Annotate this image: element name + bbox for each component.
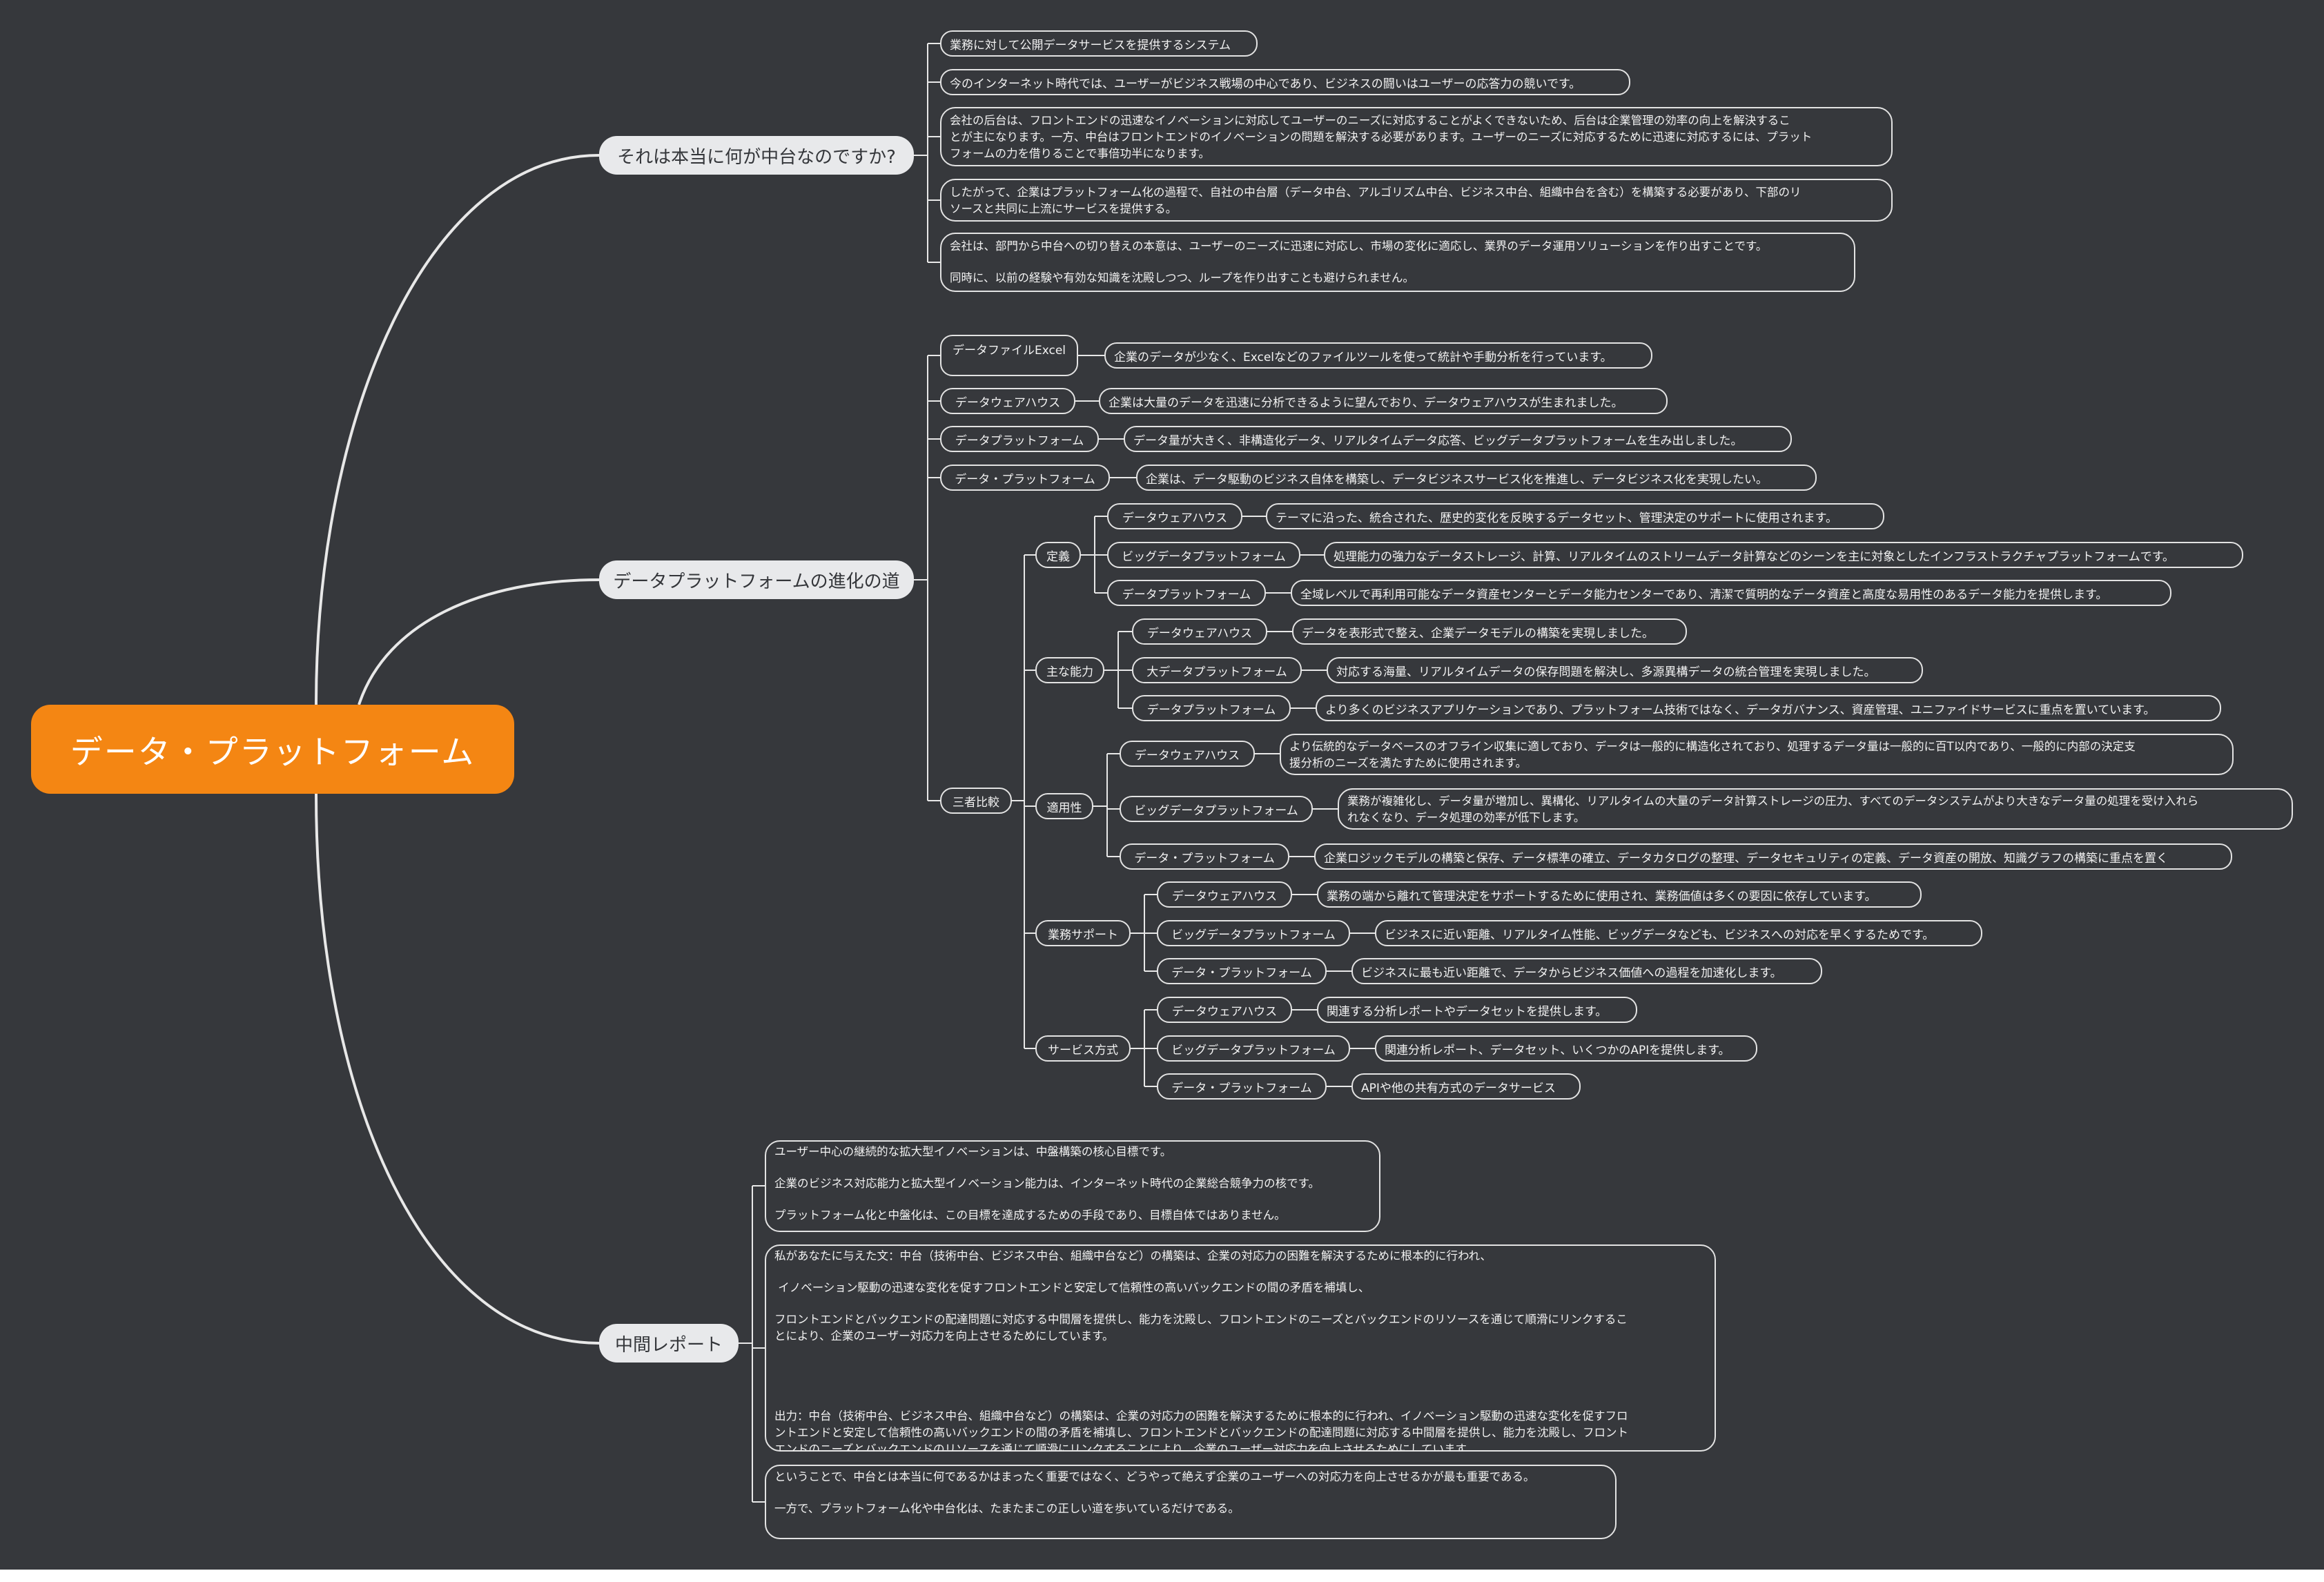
b1-note-4-line-1: したがって、企業はプラットフォーム化の過程で、自社の中台層（データ中台、アルゴリ…	[950, 186, 1801, 199]
cat-definition[interactable]: 定義	[1035, 542, 1081, 568]
svc-bigdata-label[interactable]: ビッグデータプラットフォーム	[1157, 1035, 1350, 1062]
cap-bigdata-text[interactable]: 対応する海量、リアルタイムデータの保存問題を解決し、多源異構データの統合管理を実…	[1327, 657, 1923, 683]
b1-note-4-line-2: ソースと共同に上流にサービスを提供する。	[950, 202, 1178, 215]
app-bigdata-text[interactable]: 業務が複雑化し、データ量が増加し、異構化、リアルタイムの大量のデータ計算ストレー…	[1338, 788, 2293, 830]
stage-excel-desc[interactable]: 企業のデータが少なく、Excelなどのファイルツールを使って統計や手動分析を行っ…	[1104, 342, 1652, 369]
app-bigdata-label[interactable]: ビッグデータプラットフォーム	[1120, 796, 1313, 822]
report-block-1-line-2: 企業のビジネス対応能力と拡大型イノベーション能力は、インターネット時代の企業総合…	[774, 1177, 1320, 1190]
cat-business-support[interactable]: 業務サポート	[1035, 920, 1131, 946]
app-dataplatform-label[interactable]: データ・プラットフォーム	[1120, 843, 1289, 870]
b1-note-4[interactable]: したがって、企業はプラットフォーム化の過程で、自社の中台層（データ中台、アルゴリ…	[940, 179, 1893, 222]
report-block-1-line-3: プラットフォーム化と中盤化は、この目標を達成するための手段であり、目標自体ではあ…	[774, 1209, 1286, 1222]
biz-warehouse-text[interactable]: 業務の端から離れて管理決定をサポートするために使用され、業務価値は多くの要因に依…	[1317, 881, 1922, 908]
cap-dataplatform-label[interactable]: データプラットフォーム	[1132, 695, 1291, 721]
def-bigdata-label[interactable]: ビッグデータプラットフォーム	[1107, 542, 1300, 568]
app-dataplatform-text[interactable]: 企業ロジックモデルの構築と保存、データ標準の確立、データカタログの整理、データセ…	[1314, 843, 2232, 870]
svc-dataplatform-label[interactable]: データ・プラットフォーム	[1157, 1073, 1327, 1100]
report-block-2-line-5: 出力：中台（技術中台、ビジネス中台、組織中台など）の構築は、企業の対応力の困難を…	[774, 1409, 1628, 1423]
biz-dataplatform-text[interactable]: ビジネスに最も近い距離で、データからビジネス価値への過程を加速化します。	[1351, 958, 1822, 984]
report-block-2-line-7: エンドのニーズとバックエンドのリソースを通じて順滑にリンクすることにより、企業の…	[774, 1443, 1477, 1452]
stage-warehouse[interactable]: データウェアハウス	[940, 388, 1075, 414]
branch-interim-report[interactable]: 中間レポート	[599, 1324, 739, 1363]
report-block-3-line-2: 一方で、プラットフォーム化や中台化は、たまたまこの正しい道を歩いているだけである…	[774, 1502, 1240, 1515]
b1-note-3-line-2: とが主になります。一方、中台はフロントエンドのイノベーションの問題を解決する必要…	[950, 130, 1813, 144]
b1-note-1[interactable]: 業務に対して公開データサービスを提供するシステム	[940, 30, 1258, 57]
app-bigdata-text-line-2: れなくなり、データ処理の効率が低下します。	[1347, 811, 1585, 824]
svc-bigdata-text[interactable]: 関連分析レポート、データセット、いくつかのAPIを提供します。	[1375, 1035, 1757, 1062]
central-topic[interactable]: データ・プラットフォーム	[31, 705, 514, 794]
app-warehouse-label[interactable]: データウェアハウス	[1120, 741, 1255, 767]
def-warehouse-label[interactable]: データウェアハウス	[1107, 503, 1242, 529]
stage-warehouse-desc[interactable]: 企業は大量のデータを迅速に分析できるように望んでおり、データウェアハウスが生まれ…	[1099, 388, 1668, 414]
report-block-2-line-1: 私があなたに与えた文：中台（技術中台、ビジネス中台、組織中台など）の構築は、企業…	[774, 1249, 1492, 1262]
b1-note-3[interactable]: 会社の后台は、フロントエンドの迅速なイノベーションに対応してユーザーのニーズに対…	[940, 107, 1893, 166]
report-block-2-line-2: イノベーション駆動の迅速な変化を促すフロントエンドと安定して信頼性の高いバックエ…	[774, 1281, 1370, 1294]
def-warehouse-text[interactable]: テーマに沿った、統合された、歴史的変化を反映するデータセット、管理決定のサポート…	[1266, 503, 1884, 529]
app-warehouse-text[interactable]: より伝統的なデータベースのオフライン収集に適しており、データは一般的に構造化され…	[1280, 734, 2234, 775]
stage-excel[interactable]: データファイルExcel	[940, 335, 1078, 376]
report-block-3[interactable]: ということで、中台とは本当に何であるかはまったく重要ではなく、どうやって絶えず企…	[765, 1465, 1617, 1539]
biz-bigdata-text[interactable]: ビジネスに近い距離、リアルタイム性能、ビッグデータなども、ビジネスへの対応を早く…	[1375, 920, 1982, 946]
def-dataplatform-text[interactable]: 全域レベルで再利用可能なデータ資産センターとデータ能力センターであり、清潔で質明…	[1291, 580, 2171, 606]
cat-main-capability[interactable]: 主な能力	[1035, 657, 1104, 683]
connector-central-b1	[315, 154, 600, 705]
app-warehouse-text-line-2: 援分析のニーズを満たすために使用されます。	[1289, 756, 1527, 770]
branch-data-platform-evolution[interactable]: データプラットフォームの進化の道	[599, 560, 914, 599]
connector-central-b2	[358, 578, 600, 705]
cap-warehouse-label[interactable]: データウェアハウス	[1132, 618, 1267, 645]
report-block-1-line-1: ユーザー中心の継続的な拡大型イノベーションは、中盤構築の核心目標です。	[774, 1145, 1172, 1158]
b1-note-5-line-1: 会社は、部門から中台への切り替えの本意は、ユーザーのニーズに迅速に対応し、市場の…	[950, 240, 1768, 253]
def-bigdata-text[interactable]: 処理能力の強力なデータストレージ、計算、リアルタイムのストリームデータ計算などの…	[1324, 542, 2243, 568]
b1-note-3-line-1: 会社の后台は、フロントエンドの迅速なイノベーションに対応してユーザーのニーズに対…	[950, 114, 1790, 127]
cat-service-method[interactable]: サービス方式	[1035, 1035, 1131, 1062]
def-dataplatform-label[interactable]: データプラットフォーム	[1107, 580, 1266, 606]
svc-warehouse-text[interactable]: 関連する分析レポートやデータセットを提供します。	[1317, 997, 1637, 1023]
stage-data-middle-platform[interactable]: データ・プラットフォーム	[940, 465, 1110, 491]
biz-bigdata-label[interactable]: ビッグデータプラットフォーム	[1157, 920, 1350, 946]
cat-applicability[interactable]: 適用性	[1035, 793, 1093, 819]
svc-dataplatform-text[interactable]: APIや他の共有方式のデータサービス	[1351, 1073, 1581, 1100]
report-block-1[interactable]: ユーザー中心の継続的な拡大型イノベーションは、中盤構築の核心目標です。 企業のビ…	[765, 1140, 1380, 1232]
stage-data-platform[interactable]: データプラットフォーム	[940, 426, 1099, 452]
b1-note-2[interactable]: 今のインターネット時代では、ユーザーがビジネス戦場の中心であり、ビジネスの闘いは…	[940, 69, 1630, 95]
b1-note-3-line-3: フォームの力を借りることで事倍功半になります。	[950, 147, 1210, 160]
report-block-2-line-3: フロントエンドとバックエンドの配達問題に対応する中間層を提供し、能力を沈殿し、フ…	[774, 1313, 1628, 1326]
comparison-node[interactable]: 三者比較	[940, 788, 1012, 814]
biz-warehouse-label[interactable]: データウェアハウス	[1157, 881, 1292, 908]
stage-data-middle-platform-desc[interactable]: 企業は、データ駆動のビジネス自体を構築し、データビジネスサービス化を推進し、デー…	[1136, 465, 1817, 491]
mindmap-canvas: データ・プラットフォーム それは本当に何が中台なのですか? データプラットフォー…	[0, 0, 2324, 1570]
cap-bigdata-label[interactable]: 大データプラットフォーム	[1132, 657, 1302, 683]
app-warehouse-text-line-1: より伝統的なデータベースのオフライン収集に適しており、データは一般的に構造化され…	[1289, 740, 2136, 753]
svc-warehouse-label[interactable]: データウェアハウス	[1157, 997, 1292, 1023]
report-block-3-line-1: ということで、中台とは本当に何であるかはまったく重要ではなく、どうやって絶えず企…	[774, 1470, 1535, 1483]
report-block-2-line-4: とにより、企業のユーザー対応力を向上させるためにしています。	[774, 1329, 1114, 1342]
connector-central-b3	[315, 793, 600, 1345]
b1-note-5-line-2: 同時に、以前の経験や有効な知識を沈殿しつつ、ループを作り出すことも避けられません…	[950, 271, 1414, 284]
b1-note-5[interactable]: 会社は、部門から中台への切り替えの本意は、ユーザーのニーズに迅速に対応し、市場の…	[940, 233, 1855, 292]
cap-dataplatform-text[interactable]: より多くのビジネスアプリケーションであり、プラットフォーム技術ではなく、データガ…	[1316, 695, 2221, 721]
report-block-2-line-6: ントエンドと安定して信頼性の高いバックエンドの間の矛盾を補填し、フロントエンドと…	[774, 1426, 1629, 1439]
stage-data-platform-desc[interactable]: データ量が大きく、非構造化データ、リアルタイムデータ応答、ビッグデータプラットフ…	[1124, 426, 1792, 452]
report-block-2[interactable]: 私があなたに与えた文：中台（技術中台、ビジネス中台、組織中台など）の構築は、企業…	[765, 1244, 1716, 1452]
app-bigdata-text-line-1: 業務が複雑化し、データ量が増加し、異構化、リアルタイムの大量のデータ計算ストレー…	[1347, 794, 2199, 808]
branch-what-is-middle-platform[interactable]: それは本当に何が中台なのですか?	[599, 136, 914, 175]
cap-warehouse-text[interactable]: データを表形式で整え、企業データモデルの構築を実現しました。	[1292, 618, 1687, 645]
biz-dataplatform-label[interactable]: データ・プラットフォーム	[1157, 958, 1327, 984]
